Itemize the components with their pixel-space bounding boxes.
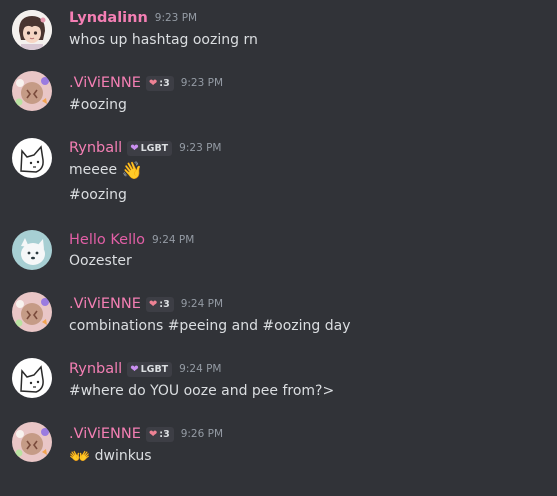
- avatar[interactable]: [12, 292, 52, 332]
- server-tag-badge[interactable]: ❤ :3: [145, 426, 174, 442]
- chat-message-list: Lyndalinn 9:23 PM whos up hashtag oozing…: [0, 0, 557, 496]
- username[interactable]: Lyndalinn: [69, 8, 148, 28]
- message-text: Oozester: [69, 253, 132, 269]
- server-tag-label: :3: [159, 77, 170, 89]
- server-tag-label: :3: [159, 428, 170, 440]
- server-tag-label: LGBT: [140, 363, 169, 375]
- heart-icon: ❤: [130, 363, 139, 375]
- heart-icon: ❤: [130, 142, 139, 154]
- anime-girl-avatar-icon: [12, 10, 52, 50]
- message-text: meeee 👋: [69, 160, 143, 181]
- waving-hand-emoji-icon[interactable]: 👋: [122, 161, 143, 181]
- server-tag-label: :3: [159, 298, 170, 310]
- username[interactable]: Rynball: [69, 359, 122, 379]
- creature-avatar-icon: [12, 422, 52, 462]
- creature-avatar-icon: [12, 292, 52, 332]
- username[interactable]: .ViViENNE: [69, 73, 141, 93]
- timestamp: 9:26 PM: [180, 428, 224, 440]
- timestamp: 9:24 PM: [152, 234, 195, 246]
- server-tag-label: LGBT: [140, 142, 169, 154]
- avatar[interactable]: [12, 358, 52, 398]
- heart-icon: ❤: [148, 298, 158, 310]
- message-text: combinations #peeing and #oozing day: [69, 318, 351, 334]
- username[interactable]: .ViViENNE: [69, 294, 141, 314]
- message-text: #oozing: [69, 187, 127, 203]
- message-text: whos up hashtag oozing rn: [69, 32, 258, 48]
- timestamp: 9:23 PM: [179, 142, 222, 154]
- message-text: #oozing: [69, 97, 127, 113]
- open-hands-emoji-icon[interactable]: 👐: [69, 447, 90, 467]
- username[interactable]: Rynball: [69, 138, 122, 158]
- white-dog-avatar-icon: [12, 358, 52, 398]
- timestamp: 9:24 PM: [179, 363, 222, 375]
- avatar[interactable]: [12, 230, 52, 270]
- server-tag-badge[interactable]: ❤ LGBT: [127, 361, 173, 377]
- avatar[interactable]: [12, 10, 52, 50]
- timestamp: 9:24 PM: [180, 298, 224, 310]
- avatar[interactable]: [12, 422, 52, 462]
- creature-avatar-icon: [12, 71, 52, 111]
- message-text-content: meeee: [69, 162, 118, 178]
- white-puppy-avatar-icon: [12, 230, 52, 270]
- message-text-content: dwinkus: [94, 448, 152, 464]
- username[interactable]: Hello Kello: [69, 230, 145, 250]
- avatar[interactable]: [12, 138, 52, 178]
- server-tag-badge[interactable]: ❤ :3: [145, 296, 174, 312]
- timestamp: 9:23 PM: [154, 12, 198, 24]
- username[interactable]: .ViViENNE: [69, 424, 141, 444]
- server-tag-badge[interactable]: ❤ LGBT: [127, 140, 173, 156]
- avatar[interactable]: [12, 71, 52, 111]
- heart-icon: ❤: [148, 428, 158, 440]
- message-text: #where do YOU ooze and pee from?>: [69, 383, 335, 399]
- timestamp: 9:23 PM: [180, 77, 224, 89]
- white-dog-avatar-icon: [12, 138, 52, 178]
- server-tag-badge[interactable]: ❤ :3: [145, 75, 174, 91]
- message-text: 👐 dwinkus: [69, 446, 152, 467]
- heart-icon: ❤: [148, 77, 158, 89]
